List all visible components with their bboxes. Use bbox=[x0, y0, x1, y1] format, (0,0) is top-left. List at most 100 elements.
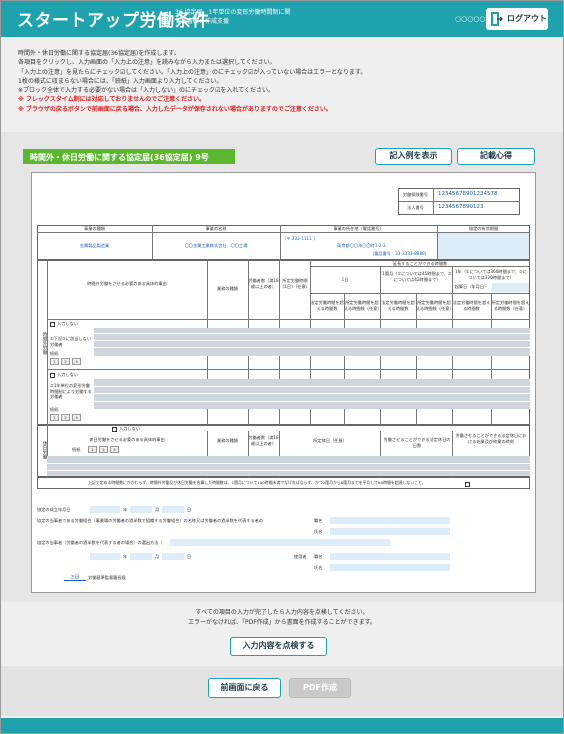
union-name-input[interactable] bbox=[330, 528, 450, 535]
pledge-checkbox[interactable] bbox=[465, 482, 470, 487]
hol-days: 労働させることができる法定休日の日数 bbox=[383, 437, 451, 448]
instruction-line: 各項目をクリックし、入力画面の「入力上の注意」を読みながら入力または選択してくだ… bbox=[18, 59, 276, 67]
day-unit: 日 bbox=[187, 554, 192, 559]
header: スタートアップ労働条件 36 協定届、1年単位の変形労働時間制に関する書面の作成… bbox=[1, 1, 563, 37]
check-input-button[interactable]: 入力内容を点検する bbox=[230, 637, 327, 656]
business-name-value[interactable]: 〇〇金属工業株式会社 〇〇工場 bbox=[152, 243, 280, 249]
date-year-input[interactable] bbox=[90, 506, 120, 513]
business-type-value[interactable]: 金属製品製造業 bbox=[37, 243, 152, 249]
office-name[interactable]: 三田 bbox=[64, 574, 86, 581]
date-label: 協定の成立年月日 bbox=[37, 507, 71, 512]
footer-actions bbox=[1, 666, 563, 716]
date-month-input[interactable] bbox=[130, 506, 152, 513]
guidelines-button[interactable]: 記載心得 bbox=[457, 148, 535, 165]
phone-value[interactable]: （電話番号：33-3333-8888） bbox=[370, 251, 429, 257]
col-business-name: 事業の名称 bbox=[205, 226, 227, 231]
continuation-label: 続紙 bbox=[72, 447, 81, 452]
instruction-line: 時間外・休日労働に関する協定届(36協定届)を作成します。 bbox=[18, 50, 180, 57]
year-unit: 年 bbox=[123, 554, 128, 559]
checkbox[interactable] bbox=[50, 321, 55, 327]
instruction-line: 「入力上の注意」を見たらにチェック☑してください。「入力上の注意」のにチェック☑… bbox=[18, 68, 367, 76]
sign-month-input[interactable] bbox=[130, 553, 152, 560]
page-button-3[interactable]: 3 bbox=[72, 358, 81, 365]
sign-year-input[interactable] bbox=[90, 553, 120, 560]
hol-hours: 労働させることができる法定休日における始業及び終業の時刻 bbox=[455, 433, 527, 444]
hol-workers: 労働者数（満18歳以上の者） bbox=[248, 435, 279, 446]
block2-inputs[interactable] bbox=[94, 379, 530, 409]
show-example-button[interactable]: 記入例を表示 bbox=[375, 148, 452, 165]
logout-button[interactable]: ログアウト bbox=[486, 8, 548, 30]
pledge-text: 上記で定める時間数にかかわらず、時間外労働及び休日労働を合算した時間数は、1箇月… bbox=[88, 480, 426, 485]
holiday-inputs[interactable] bbox=[47, 456, 530, 476]
corp-number[interactable]: 1234567890123 bbox=[438, 204, 484, 211]
h-startdate: 起算日（年月日） bbox=[454, 284, 489, 289]
footer-bar bbox=[1, 718, 563, 733]
insurance-number[interactable]: 12345678901234578 bbox=[438, 191, 498, 198]
page-button-1[interactable]: 1 bbox=[88, 446, 97, 453]
page-button-2[interactable]: 2 bbox=[99, 446, 108, 453]
instructions: 時間外・休日労働に関する協定届(36協定届)を作成します。 各項目をクリックし、… bbox=[18, 49, 558, 114]
no-input-1[interactable]: 入力しない bbox=[50, 321, 78, 327]
month-unit: 月 bbox=[155, 507, 160, 512]
check-message-line: すべての項目の入力が完了したら入力内容を点検してください。 bbox=[195, 609, 369, 616]
employer-name-input[interactable] bbox=[330, 564, 450, 571]
sign-day-input[interactable] bbox=[162, 553, 184, 560]
instruction-line: 1枚の様式に収まらない場合には、「続紙」入力画面より入力してください。 bbox=[18, 77, 223, 85]
row2-label: ②1年単位の変形労働時間制により労働する労働者 bbox=[50, 383, 92, 399]
corp-label: 法人番号 bbox=[407, 205, 424, 210]
elect-label: 協定の当事者（労働者の過半数を代表する者の場合）の選出方法（ bbox=[37, 540, 163, 545]
h-reason: 時間外労働をさせる必要のある具体的事由 bbox=[87, 281, 167, 286]
address-value[interactable]: 東京都〇〇市〇〇町1-2-3 bbox=[337, 243, 386, 249]
page-button-2[interactable]: 2 bbox=[61, 358, 70, 365]
union-title-input[interactable] bbox=[330, 517, 450, 524]
h-exceed-prescribed: 所定労働時間を超える時間数（任意） bbox=[416, 300, 454, 311]
no-input-3[interactable]: 入力しない bbox=[112, 426, 140, 432]
h-1day: 1日 bbox=[341, 277, 349, 282]
back-button[interactable]: 前画面に戻る bbox=[208, 678, 281, 698]
title-label: 職名 bbox=[314, 518, 323, 523]
continuation-label: 続紙 bbox=[50, 351, 59, 356]
page-button-1[interactable]: 1 bbox=[50, 358, 59, 365]
form-title: 時間外・休日労働に関する協定届(36協定届) 9号 bbox=[23, 149, 235, 164]
no-input-2[interactable]: 入力しない bbox=[50, 372, 78, 378]
holiday-side-label: 休日労働 bbox=[42, 441, 47, 459]
h-exceed-legal: 法定労働時間を超える時間数 bbox=[381, 300, 415, 311]
office-suffix: 労働基準監督署長殿 bbox=[88, 575, 126, 580]
h-exceed-legal: 法定労働時間を超える時間数 bbox=[452, 300, 491, 311]
employer-title-input[interactable] bbox=[330, 553, 450, 560]
check-message: すべての項目の入力が完了したら入力内容を点検してください。 エラーがなければ、「… bbox=[1, 608, 563, 628]
col-period: 協定の有効期間 bbox=[468, 226, 499, 231]
h-1month: 1箇月（①については45時間まで、②については42時間まで） bbox=[382, 271, 452, 282]
h-job: 業務の種類 bbox=[217, 286, 238, 291]
year-unit: 年 bbox=[123, 507, 128, 512]
date-day-input[interactable] bbox=[162, 506, 184, 513]
logout-door-icon bbox=[491, 12, 503, 26]
checkbox[interactable] bbox=[50, 372, 55, 378]
h-1year: 1年（①については360時間まで、②については320時間まで） bbox=[454, 269, 528, 280]
name-label: 氏名 bbox=[314, 565, 323, 570]
instruction-line: ※ブロック全体で入力する必要がない場合は「入力しない」のにチェック☑を入れてくだ… bbox=[18, 87, 275, 95]
h-exceed-prescribed: 所定労働時間を超える時間数（任意） bbox=[344, 300, 382, 311]
hol-reason: 休日労働をさせる必要のある具体的事由 bbox=[89, 437, 165, 442]
checkbox[interactable] bbox=[112, 426, 117, 432]
check-message-line: エラーがなければ、「PDF作成」から書面を作成することができます。 bbox=[187, 619, 377, 626]
app-frame: スタートアップ労働条件 36 協定届、1年単位の変形労働時間制に関する書面の作成… bbox=[0, 0, 564, 734]
zip-value[interactable]: （〒 333-1111 ） bbox=[282, 236, 317, 242]
pdf-button[interactable]: PDF作成 bbox=[289, 678, 351, 698]
startdate-input[interactable] bbox=[492, 283, 529, 292]
page-button-2[interactable]: 2 bbox=[61, 414, 70, 421]
elect-method-input[interactable] bbox=[170, 539, 390, 546]
page-button-3[interactable]: 3 bbox=[72, 414, 81, 421]
app-subtitle: 36 協定届、1年単位の変形労働時間制に関する書面の作成支援 bbox=[175, 9, 291, 25]
name-label: 氏名 bbox=[314, 529, 323, 534]
page-button-1[interactable]: 1 bbox=[50, 414, 59, 421]
h-extendable: 延長することができる時間数 bbox=[392, 261, 448, 266]
overtime-side-label: 時間外労働 bbox=[42, 331, 47, 355]
employer-label: 使用者 bbox=[294, 554, 307, 559]
row1-label: ①下記②に該当しない労働者 bbox=[50, 336, 92, 347]
h-exceed-legal: 法定労働時間を超える時間数 bbox=[310, 300, 344, 311]
period-input[interactable] bbox=[438, 233, 529, 259]
title-label: 職名 bbox=[314, 554, 323, 559]
page-button-3[interactable]: 3 bbox=[110, 446, 119, 453]
h-legal: 所定労働時間（1日）（任意） bbox=[280, 278, 310, 289]
